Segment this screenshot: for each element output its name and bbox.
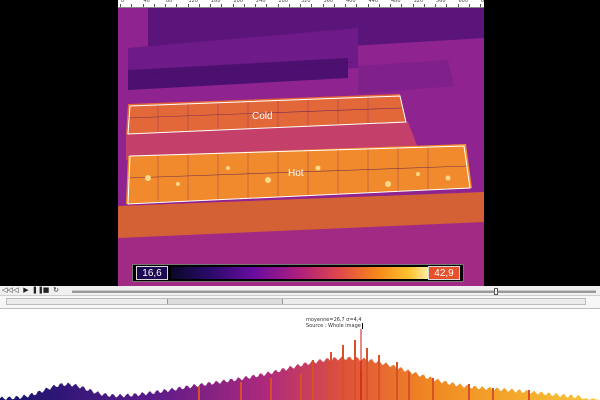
histogram-spike: [366, 348, 368, 400]
ruler-label: 400: [346, 0, 356, 4]
histogram-spike: [330, 352, 332, 400]
scale-max-value[interactable]: 42,9: [428, 266, 460, 280]
ruler-tick: [266, 4, 268, 7]
ruler-tick: [390, 4, 391, 7]
ruler-label: 440: [368, 0, 379, 4]
ruler-label: 640: [481, 0, 484, 4]
step-back-button[interactable]: ◁: [12, 286, 20, 295]
histogram-panel: moyenne=26,7 σ=4,4 Source : Whole image: [0, 309, 600, 400]
ruler-tick: [277, 4, 279, 7]
ruler-tick: [333, 4, 335, 7]
ruler-tick: [255, 4, 256, 7]
ruler-tick: [120, 4, 121, 7]
thermal-image[interactable]: Cold Hot 16,6 42,9: [118, 8, 484, 286]
ruler-tick: [243, 4, 245, 7]
ruler-label: 480: [391, 0, 401, 4]
histogram-spike: [270, 378, 272, 400]
ruler-label: 360: [323, 0, 334, 4]
scale-min-value[interactable]: 16,6: [136, 266, 168, 280]
ruler-label: 120: [188, 0, 199, 4]
ruler-tick: [288, 4, 290, 7]
ruler-tick: [300, 4, 301, 7]
ruler-label: 520: [413, 0, 424, 4]
timeline-track[interactable]: [72, 288, 596, 295]
ruler-label: 240: [256, 0, 266, 4]
histogram-spike: [396, 362, 398, 400]
source-value[interactable]: Whole image: [328, 323, 363, 329]
timeline-thumb[interactable]: [494, 288, 499, 295]
histogram-spike: [378, 355, 380, 400]
histogram-spike: [408, 372, 410, 400]
ruler-tick: [142, 4, 144, 7]
thermal-scene: [118, 8, 484, 286]
source-row: Source : Whole image: [306, 323, 363, 329]
ruler-label: 200: [233, 0, 244, 4]
ruler-tick: [198, 4, 200, 7]
source-label: Source :: [306, 323, 327, 329]
ruler-label: 0: [121, 0, 125, 4]
ruler-label: 600: [458, 0, 469, 4]
ruler-label: 320: [301, 0, 311, 4]
horizontal-scrollbar[interactable]: [6, 298, 586, 305]
ruler-tick: [322, 4, 324, 7]
ruler-tick: [187, 4, 189, 7]
temperature-scale: 16,6 42,9: [132, 264, 464, 282]
ruler-tick: [356, 4, 358, 7]
ruler-tick: [423, 4, 425, 7]
horizontal-scroll-thumb[interactable]: [167, 299, 283, 304]
histogram-spike: [432, 378, 434, 400]
ruler-label: 280: [278, 0, 289, 4]
ruler-tick: [468, 4, 470, 7]
ruler-label: 80: [166, 0, 173, 4]
histogram-spike: [312, 360, 314, 400]
ruler-tick: [165, 4, 166, 7]
ruler-tick: [367, 4, 369, 7]
ruler-tick: [153, 4, 155, 7]
roi-cold-label[interactable]: Cold: [252, 111, 273, 122]
scale-gradient: [171, 267, 431, 279]
ruler-tick: [401, 4, 403, 7]
ruler-tick: [378, 4, 380, 7]
histogram-spike: [492, 388, 494, 400]
ruler-tick: [480, 4, 481, 7]
ruler-tick: [446, 4, 448, 7]
histogram-spike: [354, 340, 356, 400]
histogram-spike: [342, 345, 344, 400]
pause-button[interactable]: ❚❚: [32, 286, 44, 295]
ruler-tick: [345, 4, 346, 7]
histogram-bars: [0, 340, 600, 400]
histogram-spike: [468, 384, 470, 400]
play-button[interactable]: ▶: [22, 286, 30, 295]
pixel-ruler: 0 40 80 120 160 200 240 280 320 360 400 440 480 520 56…: [118, 0, 484, 8]
scroll-strip: [0, 296, 600, 309]
playback-bar: ◁◁ ◁ ▶ ❚❚ ■ ↻: [0, 286, 600, 296]
ruler-tick: [131, 4, 133, 7]
rewind-button[interactable]: ◁◁: [2, 286, 13, 295]
ruler-tick: [232, 4, 234, 7]
ruler-tick: [221, 4, 223, 7]
ruler-tick: [457, 4, 459, 7]
ruler-label: 40: [143, 0, 150, 4]
histogram-spike: [240, 382, 242, 400]
ruler-tick: [435, 4, 436, 7]
ruler-label: 160: [211, 0, 221, 4]
ruler-label: 560: [436, 0, 446, 4]
ruler-tick: [176, 4, 178, 7]
image-viewer: 0 40 80 120 160 200 240 280 320 360 400 440 480 520 56…: [0, 0, 600, 286]
ruler-tick: [210, 4, 211, 7]
histogram-spike: [198, 386, 200, 400]
loop-button[interactable]: ↻: [52, 286, 60, 295]
histogram-chart: [0, 329, 600, 400]
histogram-spike: [300, 374, 302, 400]
ruler-tick: [311, 4, 313, 7]
roi-hot-label[interactable]: Hot: [288, 168, 304, 179]
histogram-stats: moyenne=26,7 σ=4,4 Source : Whole image: [306, 317, 363, 329]
ruler-tick: [412, 4, 414, 7]
stop-button[interactable]: ■: [42, 286, 50, 295]
histogram-spike: [528, 390, 530, 400]
